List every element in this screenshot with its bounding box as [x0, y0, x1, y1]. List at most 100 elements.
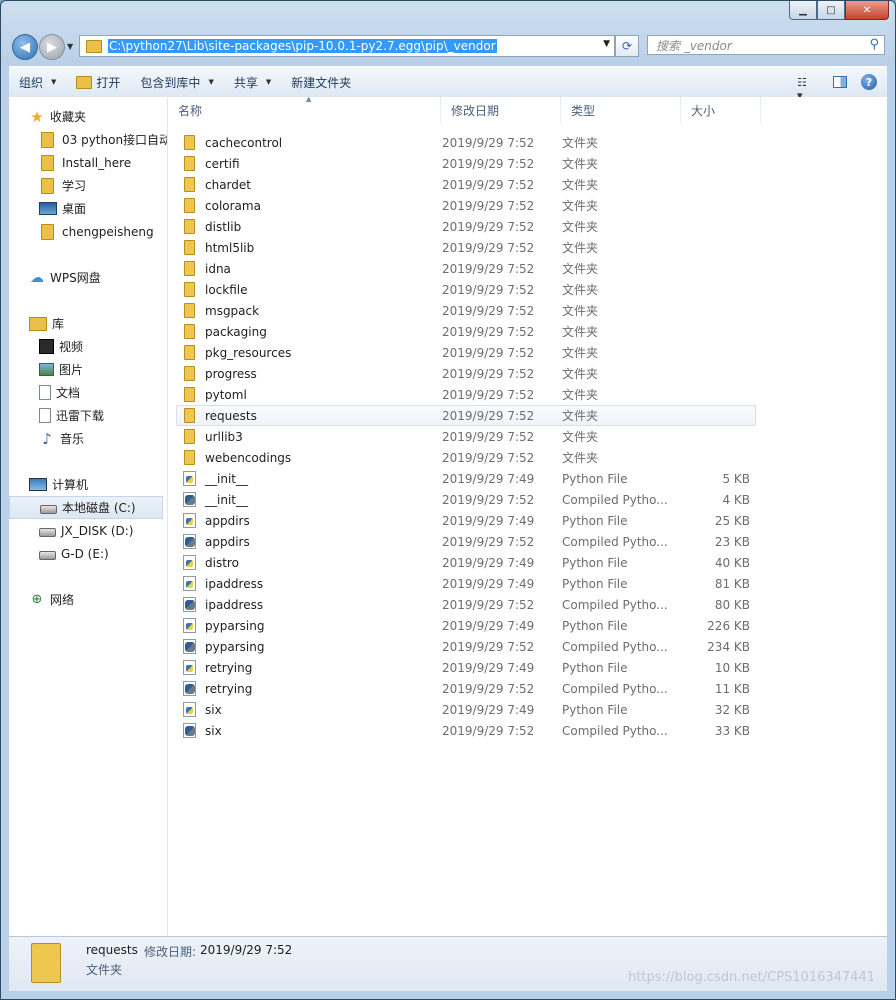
nav-item-favorite[interactable]: 学习	[9, 174, 167, 197]
nav-item-favorite[interactable]: 桌面	[9, 197, 167, 220]
preview-pane-icon[interactable]	[833, 76, 847, 88]
nav-item-library[interactable]: 视频	[9, 335, 167, 358]
nav-wps[interactable]: ☁ WPS网盘	[9, 266, 167, 289]
file-name: six	[205, 723, 222, 738]
document-icon	[39, 385, 51, 400]
search-input[interactable]: 搜索 _vendor ⚲	[647, 35, 885, 55]
cell-type: 文件夹	[562, 409, 599, 423]
python-file-icon	[183, 660, 196, 675]
nav-item-library[interactable]: ♪ 音乐	[9, 427, 167, 450]
recent-pages-dropdown[interactable]: ▼	[67, 42, 73, 51]
column-header-name[interactable]: 名称	[168, 97, 441, 123]
table-row[interactable]: __init__ 2019/9/29 7:49 Python File 5 KB	[176, 468, 756, 489]
nav-favorites[interactable]: ★ 收藏夹	[9, 105, 167, 128]
nav-item-label: JX_DISK (D:)	[61, 523, 134, 538]
table-row[interactable]: appdirs 2019/9/29 7:49 Python File 25 KB	[176, 510, 756, 531]
column-header-type[interactable]: 类型	[561, 97, 681, 123]
table-row[interactable]: webencodings 2019/9/29 7:52 文件夹	[176, 447, 756, 468]
cell-type: 文件夹	[562, 136, 599, 150]
table-row[interactable]: six 2019/9/29 7:52 Compiled Pytho... 33 KB	[176, 720, 756, 741]
cell-type: 文件夹	[562, 430, 599, 444]
table-row[interactable]: urllib3 2019/9/29 7:52 文件夹	[176, 426, 756, 447]
cell-type: Python File	[562, 555, 628, 570]
minimize-button[interactable]: ▁	[789, 1, 817, 20]
table-row[interactable]: retrying 2019/9/29 7:52 Compiled Pytho... 1…	[176, 678, 756, 699]
folder-icon	[184, 261, 195, 276]
nav-network[interactable]: ⊕ 网络	[9, 588, 167, 611]
table-row[interactable]: distlib 2019/9/29 7:52 文件夹	[176, 216, 756, 237]
cell-name: idna	[177, 261, 442, 276]
table-row[interactable]: ipaddress 2019/9/29 7:49 Python File 81 KB	[176, 573, 756, 594]
table-row[interactable]: colorama 2019/9/29 7:52 文件夹	[176, 195, 756, 216]
navigation-pane[interactable]: ★ 收藏夹 03 python接口自动 Install_here 学习 桌面 ch…	[9, 97, 168, 937]
table-row[interactable]: cachecontrol 2019/9/29 7:52 文件夹	[176, 132, 756, 153]
wps-group: ☁ WPS网盘	[9, 266, 167, 289]
nav-item-drive-e[interactable]: G-D (E:)	[9, 542, 167, 565]
table-row[interactable]: pytoml 2019/9/29 7:52 文件夹	[176, 384, 756, 405]
refresh-button[interactable]: ⟳	[615, 35, 639, 57]
cell-name: html5lib	[177, 240, 442, 255]
table-row[interactable]: pyparsing 2019/9/29 7:52 Compiled Pytho...…	[176, 636, 756, 657]
forward-button[interactable]: ▶	[39, 34, 65, 60]
table-row[interactable]: pyparsing 2019/9/29 7:49 Python File 226 KB	[176, 615, 756, 636]
file-name: ipaddress	[205, 576, 264, 591]
nav-item-drive-d[interactable]: JX_DISK (D:)	[9, 519, 167, 542]
cell-name: colorama	[177, 198, 442, 213]
nav-item-drive-c[interactable]: 本地磁盘 (C:)	[9, 496, 163, 519]
content-area: ★ 收藏夹 03 python接口自动 Install_here 学习 桌面 ch…	[9, 97, 887, 937]
caption-buttons: ▁ □ ✕	[789, 1, 889, 21]
nav-libraries-label: 库	[52, 317, 65, 331]
help-icon[interactable]: ?	[861, 74, 877, 90]
table-row[interactable]: idna 2019/9/29 7:52 文件夹	[176, 258, 756, 279]
table-row[interactable]: progress 2019/9/29 7:52 文件夹	[176, 363, 756, 384]
nav-computer[interactable]: 计算机	[9, 473, 167, 496]
table-row[interactable]: lockfile 2019/9/29 7:52 文件夹	[176, 279, 756, 300]
share-label: 共享	[233, 75, 258, 90]
table-row[interactable]: packaging 2019/9/29 7:52 文件夹	[176, 321, 756, 342]
table-row[interactable]: chardet 2019/9/29 7:52 文件夹	[176, 174, 756, 195]
table-row[interactable]: msgpack 2019/9/29 7:52 文件夹	[176, 300, 756, 321]
back-button[interactable]: ◀	[12, 34, 38, 60]
search-icon[interactable]: ⚲	[869, 37, 879, 52]
nav-item-favorite[interactable]: chengpeisheng	[9, 220, 167, 243]
nav-item-favorite[interactable]: Install_here	[9, 151, 167, 174]
include-in-library-button[interactable]: 包含到库中 ▼	[130, 67, 223, 97]
nav-item-library[interactable]: 迅雷下载	[9, 404, 167, 427]
organize-button[interactable]: 组织 ▼	[9, 67, 66, 97]
table-row[interactable]: html5lib 2019/9/29 7:52 文件夹	[176, 237, 756, 258]
nav-item-favorite[interactable]: 03 python接口自动	[9, 128, 167, 151]
video-icon	[39, 339, 54, 354]
column-header-size[interactable]: 大小	[681, 97, 761, 123]
new-folder-button[interactable]: 新建文件夹	[281, 67, 361, 97]
file-name: pytoml	[205, 387, 247, 402]
maximize-button[interactable]: □	[817, 1, 845, 20]
table-row[interactable]: ipaddress 2019/9/29 7:52 Compiled Pytho...…	[176, 594, 756, 615]
view-options-icon[interactable]: ☷ ▾	[797, 76, 813, 102]
file-name: progress	[205, 366, 257, 381]
nav-item-library[interactable]: 文档	[9, 381, 167, 404]
table-row[interactable]: requests 2019/9/29 7:52 文件夹	[176, 405, 756, 426]
address-path[interactable]: C:\python27\Lib\site-packages\pip-10.0.1…	[108, 39, 497, 53]
table-row[interactable]: retrying 2019/9/29 7:49 Python File 10 KB	[176, 657, 756, 678]
file-list[interactable]: ▲ 名称 修改日期 类型 大小 cachecontrol 2019/9/29 7:…	[168, 97, 887, 937]
cell-date: 2019/9/29 7:52	[442, 492, 535, 507]
column-header-date[interactable]: 修改日期	[441, 97, 561, 123]
table-row[interactable]: __init__ 2019/9/29 7:52 Compiled Pytho... 4…	[176, 489, 756, 510]
nav-item-library[interactable]: 图片	[9, 358, 167, 381]
close-button[interactable]: ✕	[845, 1, 889, 20]
address-dropdown-icon[interactable]: ▼	[603, 39, 610, 49]
cell-name: distlib	[177, 219, 442, 234]
table-row[interactable]: pkg_resources 2019/9/29 7:52 文件夹	[176, 342, 756, 363]
table-row[interactable]: appdirs 2019/9/29 7:52 Compiled Pytho... 23…	[176, 531, 756, 552]
cell-date: 2019/9/29 7:52	[442, 261, 535, 276]
table-row[interactable]: distro 2019/9/29 7:49 Python File 40 KB	[176, 552, 756, 573]
open-button[interactable]: 打开	[66, 67, 130, 97]
folder-icon	[184, 177, 195, 192]
cell-name: ipaddress	[177, 576, 442, 591]
cell-name: webencodings	[177, 450, 442, 465]
table-row[interactable]: certifi 2019/9/29 7:52 文件夹	[176, 153, 756, 174]
address-bar[interactable]: C:\python27\Lib\site-packages\pip-10.0.1…	[79, 35, 615, 57]
nav-libraries[interactable]: 库	[9, 312, 167, 335]
table-row[interactable]: six 2019/9/29 7:49 Python File 32 KB	[176, 699, 756, 720]
share-button[interactable]: 共享 ▼	[224, 67, 281, 97]
